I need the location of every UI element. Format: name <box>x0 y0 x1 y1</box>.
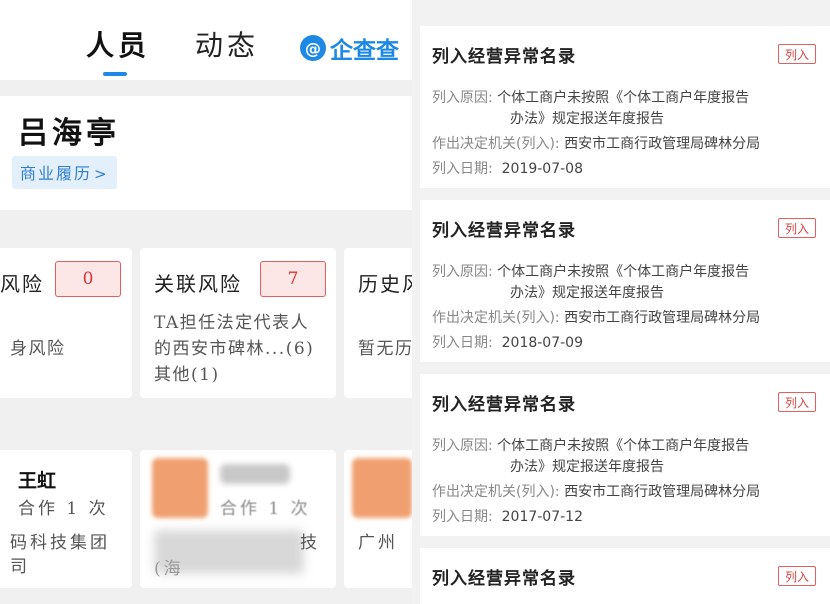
tab-people[interactable]: 人员 <box>86 24 150 64</box>
risk-count-badge: 0 <box>55 261 121 297</box>
abnormal-record-card[interactable]: 列入经营异常名录 列入 列入原因: 个体工商户未按照《个体工商户年度报告 办法》… <box>420 26 830 188</box>
listed-tag: 列入 <box>778 218 816 238</box>
blurred-name <box>220 464 290 484</box>
authority-text: 西安市工商行政管理局碑林分局 <box>564 484 761 500</box>
date-text: 2019-07-08 <box>501 161 583 177</box>
date-label: 列入日期: <box>432 509 493 525</box>
partners-section: 王虹 合作 1 次 码科技集团 司 合作 1 次 技 (海 广州 <box>0 434 412 604</box>
record-title: 列入经营异常名录 <box>432 395 576 415</box>
record-date: 列入日期: 2017-07-12 <box>432 507 583 527</box>
abnormal-record-card[interactable]: 列入经营异常名录 列入 列入原因: 个体工商户未按照《个体工商户年度报告 办法》… <box>420 200 830 362</box>
partner-card[interactable]: 广州 <box>344 450 412 588</box>
business-history-label: 商业履历 <box>20 164 93 183</box>
abnormal-record-card[interactable]: 列入经营异常名录 列入 <box>420 548 830 604</box>
risk-card-title: 关联风险 <box>154 272 242 296</box>
partner-company: 技 <box>300 533 320 553</box>
reason-text: 个体工商户未按照《个体工商户年度报告 <box>497 438 750 454</box>
authority-label: 作出决定机关(列入): <box>432 484 560 500</box>
record-authority: 作出决定机关(列入): 西安市工商行政管理局碑林分局 <box>432 134 760 154</box>
reason-text: 个体工商户未按照《个体工商户年度报告 <box>497 90 750 106</box>
record-reason: 列入原因: 个体工商户未按照《个体工商户年度报告 <box>432 436 749 456</box>
qichacha-logo: @ 企查查 <box>300 31 399 65</box>
top-tab-bar: 人员 动态 @ 企查查 <box>0 0 412 80</box>
risk-card-desc: 暂无历 <box>358 339 412 359</box>
authority-text: 西安市工商行政管理局碑林分局 <box>564 310 761 326</box>
date-text: 2018-07-09 <box>501 335 583 351</box>
record-authority: 作出决定机关(列入): 西安市工商行政管理局碑林分局 <box>432 482 760 502</box>
authority-label: 作出决定机关(列入): <box>432 136 560 152</box>
abnormal-record-card[interactable]: 列入经营异常名录 列入 列入原因: 个体工商户未按照《个体工商户年度报告 办法》… <box>420 374 830 536</box>
record-date: 列入日期: 2019-07-08 <box>432 159 583 179</box>
reason-text: 办法》规定报送年度报告 <box>510 285 664 301</box>
partner-card[interactable]: 合作 1 次 技 (海 <box>140 450 336 588</box>
partner-company: 广州 <box>358 533 398 553</box>
risk-card-desc: 身风险 <box>10 339 66 359</box>
reason-text: 办法》规定报送年度报告 <box>510 459 664 475</box>
reason-text: 个体工商户未按照《个体工商户年度报告 <box>497 264 750 280</box>
listed-tag: 列入 <box>778 566 816 586</box>
reason-label: 列入原因: <box>432 438 493 454</box>
risk-card-self[interactable]: 风险 0 身风险 <box>0 248 132 398</box>
record-reason: 列入原因: 个体工商户未按照《个体工商户年度报告 <box>432 88 749 108</box>
record-title: 列入经营异常名录 <box>432 47 576 67</box>
record-date: 列入日期: 2018-07-09 <box>432 333 583 353</box>
risk-card-desc: TA担任法定代表人 的西安市碑林...(6) 其他(1) <box>154 310 314 388</box>
profile-header: 吕海亭 商业履历 > <box>0 96 412 210</box>
date-text: 2017-07-12 <box>501 509 583 525</box>
partner-name: 王虹 <box>18 470 57 492</box>
qichacha-logo-icon: @ <box>300 35 326 61</box>
reason-text: 办法》规定报送年度报告 <box>510 111 664 127</box>
abnormal-records-panel: 列入经营异常名录 列入 列入原因: 个体工商户未按照《个体工商户年度报告 办法》… <box>420 0 830 604</box>
date-label: 列入日期: <box>432 161 493 177</box>
risk-desc-line: 其他(1) <box>154 365 220 385</box>
record-authority: 作出决定机关(列入): 西安市工商行政管理局碑林分局 <box>432 308 760 328</box>
partner-avatar <box>152 458 208 518</box>
record-title: 列入经营异常名录 <box>432 221 576 241</box>
active-tab-indicator <box>103 72 127 76</box>
chevron-right-icon: > <box>94 165 109 183</box>
person-panel: 人员 动态 @ 企查查 吕海亭 商业履历 > 风险 0 身风险 关联风险 7 TA… <box>0 0 412 604</box>
authority-label: 作出决定机关(列入): <box>432 310 560 326</box>
partner-company: 码科技集团 <box>10 533 110 553</box>
reason-label: 列入原因: <box>432 90 493 106</box>
record-reason: 列入原因: 个体工商户未按照《个体工商户年度报告 <box>432 262 749 282</box>
risk-section: 风险 0 身风险 关联风险 7 TA担任法定代表人 的西安市碑林...(6) 其… <box>0 232 412 422</box>
risk-desc-line: 的西安市碑林...(6) <box>154 339 315 359</box>
date-label: 列入日期: <box>432 335 493 351</box>
business-history-link[interactable]: 商业履历 > <box>12 156 117 189</box>
authority-text: 西安市工商行政管理局碑林分局 <box>564 136 761 152</box>
partner-company: (海 <box>154 559 184 579</box>
risk-card-history[interactable]: 历史风 暂无历 <box>344 248 412 398</box>
risk-desc-line: TA担任法定代表人 <box>154 313 310 333</box>
reason-label: 列入原因: <box>432 264 493 280</box>
listed-tag: 列入 <box>778 392 816 412</box>
partner-coop-count: 合作 1 次 <box>220 499 311 519</box>
partner-coop-count: 合作 1 次 <box>18 499 109 519</box>
partner-avatar <box>352 458 412 518</box>
person-name: 吕海亭 <box>18 116 120 151</box>
risk-card-related[interactable]: 关联风险 7 TA担任法定代表人 的西安市碑林...(6) 其他(1) <box>140 248 336 398</box>
partner-company: 司 <box>10 557 30 577</box>
tab-dynamics[interactable]: 动态 <box>195 24 259 64</box>
logo-text: 企查查 <box>330 38 399 64</box>
risk-card-title: 风险 <box>0 272 44 296</box>
record-title: 列入经营异常名录 <box>432 569 576 589</box>
listed-tag: 列入 <box>778 44 816 64</box>
risk-count-badge: 7 <box>260 261 326 297</box>
risk-card-title: 历史风 <box>358 272 412 296</box>
partner-card[interactable]: 王虹 合作 1 次 码科技集团 司 <box>0 450 132 588</box>
